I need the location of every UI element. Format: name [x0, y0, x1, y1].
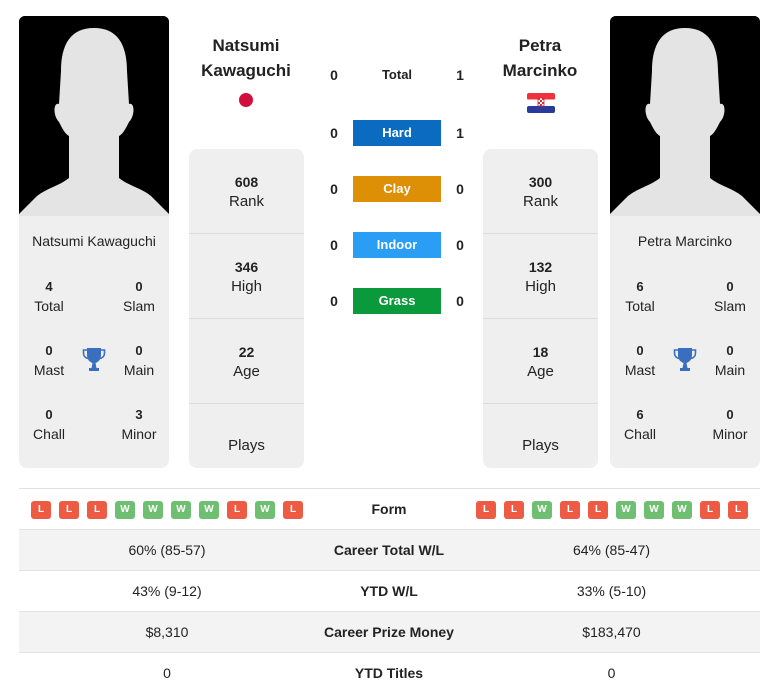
h2h-p1-count: 0 [330, 181, 338, 197]
player1-form-badge-win[interactable]: W [199, 501, 219, 519]
player2-chall-titles: 6 Chall [624, 407, 656, 442]
player1-form-badge-loss[interactable]: L [227, 501, 247, 519]
player1-age: 22 Age [189, 319, 304, 404]
player2-value: $183,470 [582, 624, 641, 640]
table-row: 0 YTD Titles 0 [19, 653, 760, 694]
h2h-indoor-row: 0 Indoor 0 [320, 232, 480, 258]
h2h-total-label: Total [381, 67, 413, 82]
player1-ranking-box: 608 Rank 346 High 22 Age Plays [189, 149, 304, 468]
player2-mast-titles: 0 Mast [624, 343, 656, 378]
table-row: 43% (9-12) YTD W/L 33% (5-10) [19, 571, 760, 612]
h2h-total-row: 0 Total 1 [320, 62, 480, 88]
player2-main-titles: 0 Main [714, 343, 746, 378]
player2-form-badge-loss[interactable]: L [728, 501, 748, 519]
player2-form-badge-loss[interactable]: L [504, 501, 524, 519]
player1-mast-titles: 0 Mast [33, 343, 65, 378]
player1-form-badge-win[interactable]: W [255, 501, 275, 519]
row-label: YTD W/L [360, 583, 418, 599]
player2-header-name[interactable]: Petra Marcinko [470, 33, 610, 83]
table-row: 60% (85-57) Career Total W/L 64% (85-47) [19, 530, 760, 571]
player2-total-titles: 6 Total [625, 279, 655, 314]
player1-form: LLLWWWWLWL [31, 501, 303, 519]
surface-indoor-badge[interactable]: Indoor [353, 232, 441, 258]
player2-age: 18 Age [483, 319, 598, 404]
player2-ranking-box: 300 Rank 132 High 18 Age Plays [483, 149, 598, 468]
row-label: Career Total W/L [333, 542, 445, 558]
h2h-clay-row: 0 Clay 0 [320, 176, 480, 202]
player1-slam-titles: 0 Slam [123, 279, 155, 314]
player2-form-badge-win[interactable]: W [532, 501, 552, 519]
surface-clay-badge[interactable]: Clay [353, 176, 441, 202]
player1-high: 346 High [189, 234, 304, 319]
trophy-icon [673, 348, 697, 371]
player1-form-badge-win[interactable]: W [171, 501, 191, 519]
h2h-p2-count: 0 [456, 293, 464, 309]
h2h-p2-count: 0 [456, 181, 464, 197]
japan-flag-icon [239, 93, 253, 107]
player1-form-badge-win[interactable]: W [143, 501, 163, 519]
player1-name[interactable]: Natsumi Kawaguchi [19, 233, 169, 249]
player2-form-badge-win[interactable]: W [616, 501, 636, 519]
h2h-grass-row: 0 Grass 0 [320, 288, 480, 314]
comparison-table: LLLWWWWLWL Form LLWLLWWWLL 60% (85-57) C… [19, 488, 760, 694]
player1-minor-titles: 3 Minor [121, 407, 157, 442]
h2h-p1-count: 0 [330, 125, 338, 141]
player1-value: 43% (9-12) [132, 583, 202, 599]
player1-rank: 608 Rank [189, 149, 304, 234]
player2-high: 132 High [483, 234, 598, 319]
player1-chall-titles: 0 Chall [33, 407, 65, 442]
player2-photo [610, 16, 760, 216]
player1-form-badge-loss[interactable]: L [31, 501, 51, 519]
player2-plays: Plays [522, 437, 559, 454]
h2h-p1-count: 0 [330, 293, 338, 309]
surface-hard-badge[interactable]: Hard [353, 120, 441, 146]
silhouette-icon [610, 16, 760, 216]
silhouette-icon [19, 16, 169, 216]
player2-value: 0 [607, 665, 616, 681]
player1-main-titles: 0 Main [123, 343, 155, 378]
player2-name[interactable]: Petra Marcinko [610, 233, 760, 249]
player2-value: 33% (5-10) [576, 583, 647, 599]
player1-value: 60% (85-57) [128, 542, 206, 558]
croatia-flag-icon [527, 93, 555, 113]
player1-plays: Plays [228, 437, 265, 454]
player1-titles-card: Natsumi Kawaguchi 4 Total 0 Slam 0 Mast … [19, 216, 169, 468]
player2-titles-card: Petra Marcinko 6 Total 0 Slam 0 Mast 0 M… [610, 216, 760, 468]
row-label: Career Prize Money [324, 624, 454, 640]
table-row: $8,310 Career Prize Money $183,470 [19, 612, 760, 653]
player1-form-badge-win[interactable]: W [115, 501, 135, 519]
player2-form-badge-loss[interactable]: L [700, 501, 720, 519]
player1-photo [19, 16, 169, 216]
player1-total-titles: 4 Total [34, 279, 64, 314]
h2h-hard-row: 0 Hard 1 [320, 120, 480, 146]
player2-form-badge-loss[interactable]: L [588, 501, 608, 519]
player2-rank: 300 Rank [483, 149, 598, 234]
player2-minor-titles: 0 Minor [712, 407, 748, 442]
form-label: Form [371, 501, 407, 517]
form-row: LLLWWWWLWL Form LLWLLWWWLL [19, 489, 760, 530]
player1-value: $8,310 [145, 624, 189, 640]
player1-form-badge-loss[interactable]: L [87, 501, 107, 519]
player1-form-badge-loss[interactable]: L [283, 501, 303, 519]
player1-header-name[interactable]: Natsumi Kawaguchi [176, 33, 316, 83]
player2-form-badge-win[interactable]: W [644, 501, 664, 519]
h2h-p1-count: 0 [330, 237, 338, 253]
h2h-p2-count: 1 [456, 67, 464, 83]
player1-value: 0 [163, 665, 171, 681]
player1-form-badge-loss[interactable]: L [59, 501, 79, 519]
h2h-p2-count: 1 [456, 125, 464, 141]
player2-form: LLWLLWWWLL [476, 501, 748, 519]
h2h-p2-count: 0 [456, 237, 464, 253]
h2h-p1-count: 0 [330, 67, 338, 83]
trophy-icon [82, 348, 106, 371]
player2-form-badge-loss[interactable]: L [476, 501, 496, 519]
player2-form-badge-win[interactable]: W [672, 501, 692, 519]
player2-slam-titles: 0 Slam [714, 279, 746, 314]
surface-grass-badge[interactable]: Grass [353, 288, 441, 314]
player2-value: 64% (85-47) [572, 542, 651, 558]
player2-form-badge-loss[interactable]: L [560, 501, 580, 519]
row-label: YTD Titles [354, 665, 424, 681]
